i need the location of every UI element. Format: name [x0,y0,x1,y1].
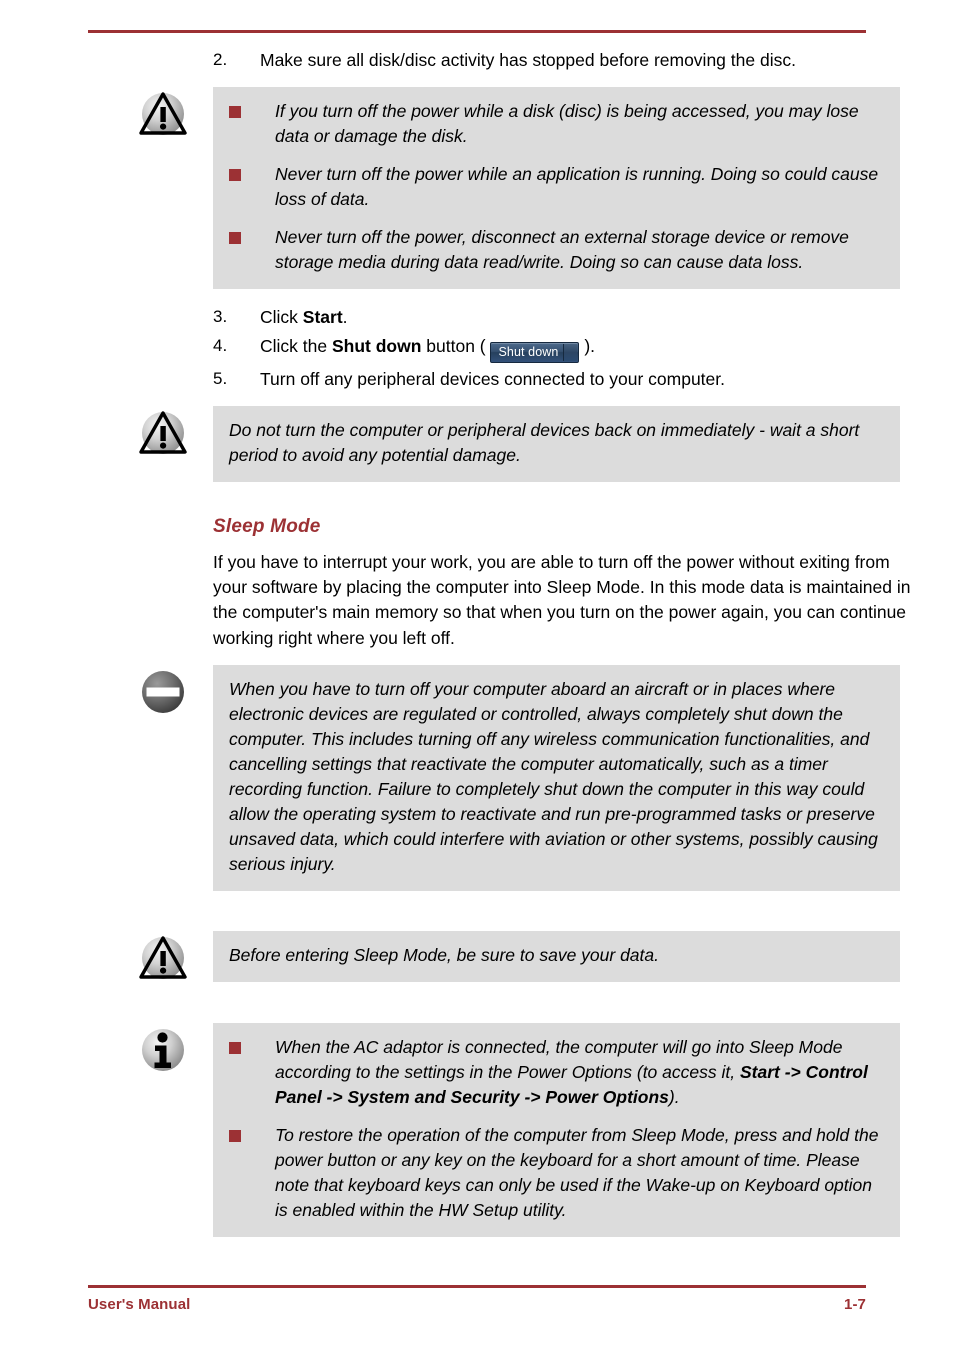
page-footer: User's Manual 1-7 [88,1296,866,1313]
caution-box-aircraft: When you have to turn off your computer … [0,664,954,891]
caution-text: Do not turn the computer or peripheral d… [229,420,860,466]
bullet-square-icon [229,105,241,118]
caution-box-body: Before entering Sleep Mode, be sure to s… [213,930,900,982]
step-text-bold: Shut down [331,335,422,356]
step-text-prefix: Click the [260,335,332,356]
footer-page-number: 1-7 [844,1296,866,1313]
bullet-text: Never turn off the power, disconnect an … [275,226,849,272]
step-text: Make sure all disk/disc activity has sto… [260,50,796,70]
caution-text: Before entering Sleep Mode, be sure to s… [229,944,659,965]
list-item: Never turn off the power while an applic… [229,162,884,212]
caution-box-body: If you turn off the power while a disk (… [213,86,900,289]
bullet-text-tail: ). [668,1086,680,1107]
manual-page: 2. Make sure all disk/disc activity has … [0,0,954,1345]
list-item: If you turn off the power while a disk (… [229,99,884,149]
bullet-text: To restore the operation of the computer… [275,1124,879,1220]
bullet-square-icon [229,231,241,244]
step-text: Click Start. [260,305,900,330]
caution-box-body: Do not turn the computer or peripheral d… [213,406,900,483]
warning-triangle-icon [135,87,191,143]
footer-rule [88,1285,866,1288]
step-text-mid: button ( [421,335,491,356]
list-item: When the AC adaptor is connected, the co… [229,1035,884,1110]
step-text-prefix: Click [260,306,303,327]
header-rule [88,30,866,33]
bullet-text: When the AC adaptor is connected, the co… [275,1037,868,1107]
step-number: 4. [213,335,228,355]
bullet-text: Never turn off the power while an applic… [275,163,879,209]
caution-box-restart: Do not turn the computer or peripheral d… [0,406,954,483]
caution-box-body: When you have to turn off your computer … [213,664,900,891]
footer-manual-label: User's Manual [88,1296,191,1313]
step-item-2: 2. Make sure all disk/disc activity has … [0,48,954,73]
bullet-square-icon [229,1129,241,1142]
caution-text: When you have to turn off your computer … [229,678,878,874]
step-text-suffix: . [342,306,348,327]
shut-down-button[interactable]: Shut down [490,341,580,364]
step-number: 3. [213,306,228,326]
step-text-suffix: ). [579,335,596,356]
step-number: 2. [213,50,228,69]
step-text: Turn off any peripheral devices connecte… [260,369,725,390]
step-text-bold: Start [302,306,343,327]
info-icon [135,1023,191,1079]
caution-box-disk: If you turn off the power while a disk (… [0,86,954,289]
caution-box-save-data: Before entering Sleep Mode, be sure to s… [0,930,954,983]
warning-triangle-icon [135,406,191,462]
page-content: 2. Make sure all disk/disc activity has … [0,48,954,1238]
step-number: 5. [213,369,228,389]
step-item-3: 3. Click Start. [0,305,954,330]
sleep-mode-paragraph: If you have to interrupt your work, you … [213,552,911,648]
step-text: Click the Shut down button ( Shut down )… [260,334,900,364]
info-bullet-list: When the AC adaptor is connected, the co… [229,1035,884,1223]
bullet-text: If you turn off the power while a disk (… [275,100,859,146]
bullet-square-icon [229,168,241,181]
bullet-square-icon [229,1041,241,1054]
caution-bullet-list: If you turn off the power while a disk (… [229,99,884,275]
info-box-sleep-mode: When the AC adaptor is connected, the co… [0,1022,954,1238]
step-item-4: 4. Click the Shut down button ( Shut dow… [0,334,954,364]
info-box-body: When the AC adaptor is connected, the co… [213,1022,900,1238]
list-item: Never turn off the power, disconnect an … [229,225,884,275]
step-item-5: 5. Turn off any peripheral devices conne… [0,367,954,392]
section-heading-sleep-mode: Sleep Mode [213,516,321,538]
warning-triangle-icon [135,931,191,987]
list-item: To restore the operation of the computer… [229,1123,884,1223]
prohibition-icon [135,665,191,721]
